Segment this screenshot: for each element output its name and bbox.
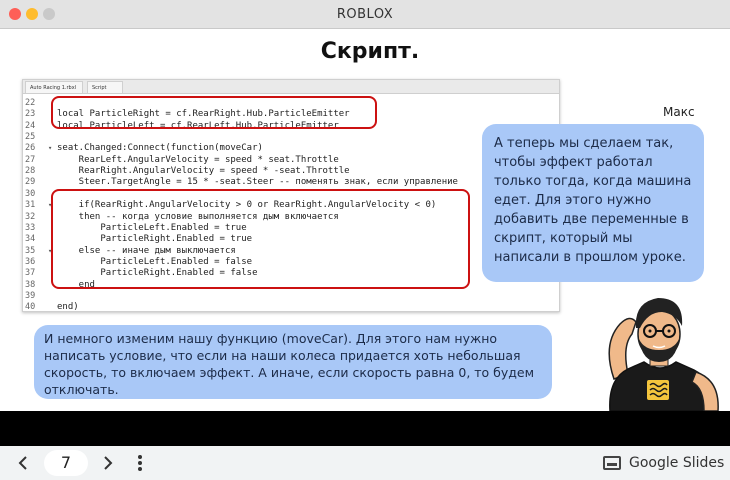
code-line: 40 end) [23,302,559,312]
slides-toolbar: 7 Google Slides [0,446,730,480]
chevron-right-icon [104,456,113,470]
line-number: 37 [25,268,36,279]
line-number: 35 [25,245,36,256]
line-number: 34 [25,234,36,245]
line-number: 33 [25,222,36,233]
line-number: 23 [25,109,36,120]
line-number: 28 [25,166,36,177]
presentation-gap [0,411,730,446]
line-number: 25 [25,132,36,143]
code-line: 27 RearLeft.AngularVelocity = speed * se… [23,155,559,166]
editor-tab: Script [87,81,123,93]
line-number: 30 [25,188,36,199]
code-line: 28 RearRight.AngularVelocity = speed * -… [23,166,559,177]
code-text: seat.Changed:Connect(function(moveCar) [57,143,263,154]
line-number: 39 [25,290,36,301]
app-name[interactable]: Google Slides [629,455,724,471]
line-number: 36 [25,256,36,267]
line-number: 38 [25,279,36,290]
speech-bubble: И немного изменим нашу функцию (moveCar)… [34,325,552,399]
instructor-avatar [608,298,719,411]
speaker-name: Макс [663,105,695,119]
slide-number-input[interactable]: 7 [44,450,88,476]
line-number: 22 [25,98,36,108]
line-number: 31 [25,200,36,211]
speech-bubble: А теперь мы сделаем так, чтобы эффект ра… [482,124,704,282]
code-line: 25 [23,132,559,143]
highlight-box [51,96,377,129]
fold-marker-icon[interactable]: ▾ [48,143,52,154]
google-slides-icon [603,456,621,470]
window-titlebar: ROBLOX [0,0,730,29]
previous-slide-button[interactable] [11,451,35,475]
editor-tabs: Auto Racing 1.rbxl Script [23,80,559,94]
line-number: 40 [25,302,36,312]
code-text: end) [57,302,79,312]
window-title: ROBLOX [336,7,394,22]
code-text: RearRight.AngularVelocity = speed * -sea… [57,166,350,177]
editor-tab: Auto Racing 1.rbxl [25,81,83,93]
slide-title: Скрипт. [320,39,420,64]
line-number: 24 [25,120,36,131]
line-number: 29 [25,177,36,188]
code-line: 29 Steer.TargetAngle = 15 * -seat.Steer … [23,177,559,188]
code-line: 39 [23,291,559,302]
chevron-left-icon [18,456,27,470]
slide: Скрипт. Auto Racing 1.rbxl Script 22 23 lo… [0,29,730,411]
more-options-button[interactable] [133,452,147,474]
line-number: 26 [25,143,36,154]
line-number: 27 [25,154,36,165]
kebab-icon [138,455,142,471]
code-line: 26 ▾ seat.Changed:Connect(function(moveCar… [23,143,559,154]
highlight-box [51,189,470,289]
code-text: RearLeft.AngularVelocity = speed * seat.… [57,154,339,165]
line-number: 32 [25,211,36,222]
next-slide-button[interactable] [96,451,120,475]
code-text: Steer.TargetAngle = 15 * -seat.Steer -- … [57,177,458,188]
